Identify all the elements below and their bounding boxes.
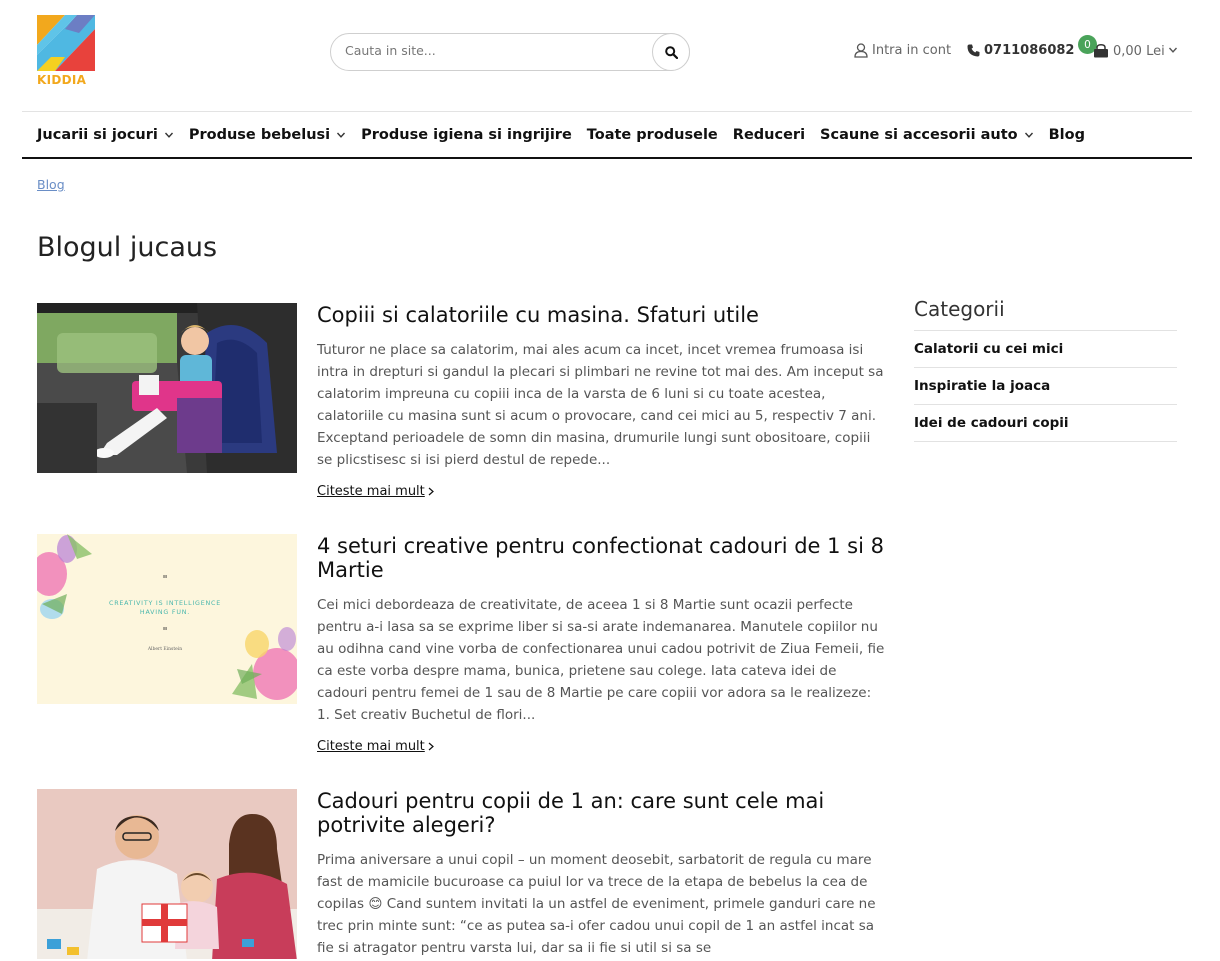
nav-item-jucarii-si-jocuri[interactable]: Jucarii si jocuri xyxy=(37,127,174,143)
category-link[interactable]: Inspiratie la joaca xyxy=(914,368,1177,405)
post-excerpt: Prima aniversare a unui copil – un momen… xyxy=(317,852,876,956)
nav-item-label: Produse bebelusi xyxy=(188,127,331,143)
nav-item-label: Produse igiena si ingrijire xyxy=(361,127,572,143)
page-title: Blogul jucaus xyxy=(37,232,218,263)
read-more-link[interactable]: Citeste mai mult xyxy=(317,484,434,499)
chevron-down-icon xyxy=(1024,132,1033,138)
chevron-right-icon xyxy=(428,487,434,496)
phone-link[interactable]: 0711086082 xyxy=(967,43,1074,58)
kiddia-logo[interactable]: KIDDIA xyxy=(37,15,97,89)
chevron-right-icon xyxy=(428,742,434,751)
read-more-link[interactable]: Citeste mai mult xyxy=(317,739,434,754)
logo-text: KIDDIA xyxy=(37,73,87,87)
post-title[interactable]: Cadouri pentru copii de 1 an: care sunt … xyxy=(317,789,887,837)
post-excerpt: Tuturor ne place sa calatorim, mai ales … xyxy=(317,342,884,468)
user-icon xyxy=(854,43,868,58)
nav-item-label: Jucarii si jocuri xyxy=(37,127,158,143)
nav-item-label: Scaune si accesorii auto xyxy=(820,127,1018,143)
breadcrumb-blog[interactable]: Blog xyxy=(37,177,65,192)
search-input[interactable] xyxy=(345,43,645,58)
account-label: Intra in cont xyxy=(872,43,952,58)
post-thumbnail-car-travel[interactable] xyxy=(37,303,297,473)
sidebar-title: Categorii xyxy=(914,297,1177,331)
thumbnail-quote-line: HAVING FUN. xyxy=(140,609,190,616)
search-box xyxy=(330,33,690,71)
post-thumbnail-family-gift[interactable] xyxy=(37,789,297,959)
category-link[interactable]: Calatorii cu cei mici xyxy=(914,331,1177,368)
main-nav: Jucarii si jocuri Produse bebelusi Produse… xyxy=(22,113,1192,159)
nav-item-toate-produsele[interactable]: Toate produsele xyxy=(587,127,718,143)
account-link[interactable]: Intra in cont xyxy=(854,43,951,58)
read-more-label: Citeste mai mult xyxy=(317,739,425,754)
chevron-down-icon xyxy=(1168,47,1178,53)
thumbnail-quote-author: Albert Einstein xyxy=(147,646,182,652)
search-icon xyxy=(664,45,678,59)
read-more-label: Citeste mai mult xyxy=(317,484,425,499)
nav-item-label: Blog xyxy=(1048,127,1085,143)
nav-item-reduceri[interactable]: Reduceri xyxy=(733,127,805,143)
phone-icon xyxy=(967,44,980,57)
nav-item-label: Reduceri xyxy=(732,127,806,143)
nav-item-produse-bebelusi[interactable]: Produse bebelusi xyxy=(189,127,346,143)
shopping-bag-icon xyxy=(1094,44,1108,58)
cart-button[interactable]: 0 0,00 Lei xyxy=(1078,35,1178,65)
categories-sidebar: Categorii Calatorii cu cei mici Inspirat… xyxy=(914,297,1177,442)
category-link[interactable]: Idei de cadouri copii xyxy=(914,405,1177,442)
nav-item-label: Toate produsele xyxy=(586,127,718,143)
post-thumbnail-creativity-quote[interactable]: " CREATIVITY IS INTELLIGENCE HAVING FUN.… xyxy=(37,534,297,704)
nav-item-produse-igiena-si-ingrijire[interactable]: Produse igiena si ingrijire xyxy=(361,127,572,143)
search-button[interactable] xyxy=(652,33,690,71)
post-excerpt: Cei mici debordeaza de creativitate, de … xyxy=(317,597,885,723)
cart-total: 0,00 Lei xyxy=(1113,44,1165,59)
site-header: KIDDIA Intra in cont 0711086082 0 0,00 L… xyxy=(22,0,1192,112)
chevron-down-icon xyxy=(337,132,346,138)
post-title[interactable]: 4 seturi creative pentru confectionat ca… xyxy=(317,534,887,582)
svg-text:": " xyxy=(162,573,167,586)
chevron-down-icon xyxy=(164,132,173,138)
nav-item-scaune-si-accesorii-auto[interactable]: Scaune si accesorii auto xyxy=(820,127,1034,143)
post-title[interactable]: Copiii si calatoriile cu masina. Sfaturi… xyxy=(317,303,887,327)
phone-number: 0711086082 xyxy=(984,43,1075,58)
nav-item-blog[interactable]: Blog xyxy=(1049,127,1085,143)
svg-text:": " xyxy=(162,625,167,638)
thumbnail-quote-line: CREATIVITY IS INTELLIGENCE xyxy=(109,600,221,607)
logo-mark-icon xyxy=(37,15,95,71)
